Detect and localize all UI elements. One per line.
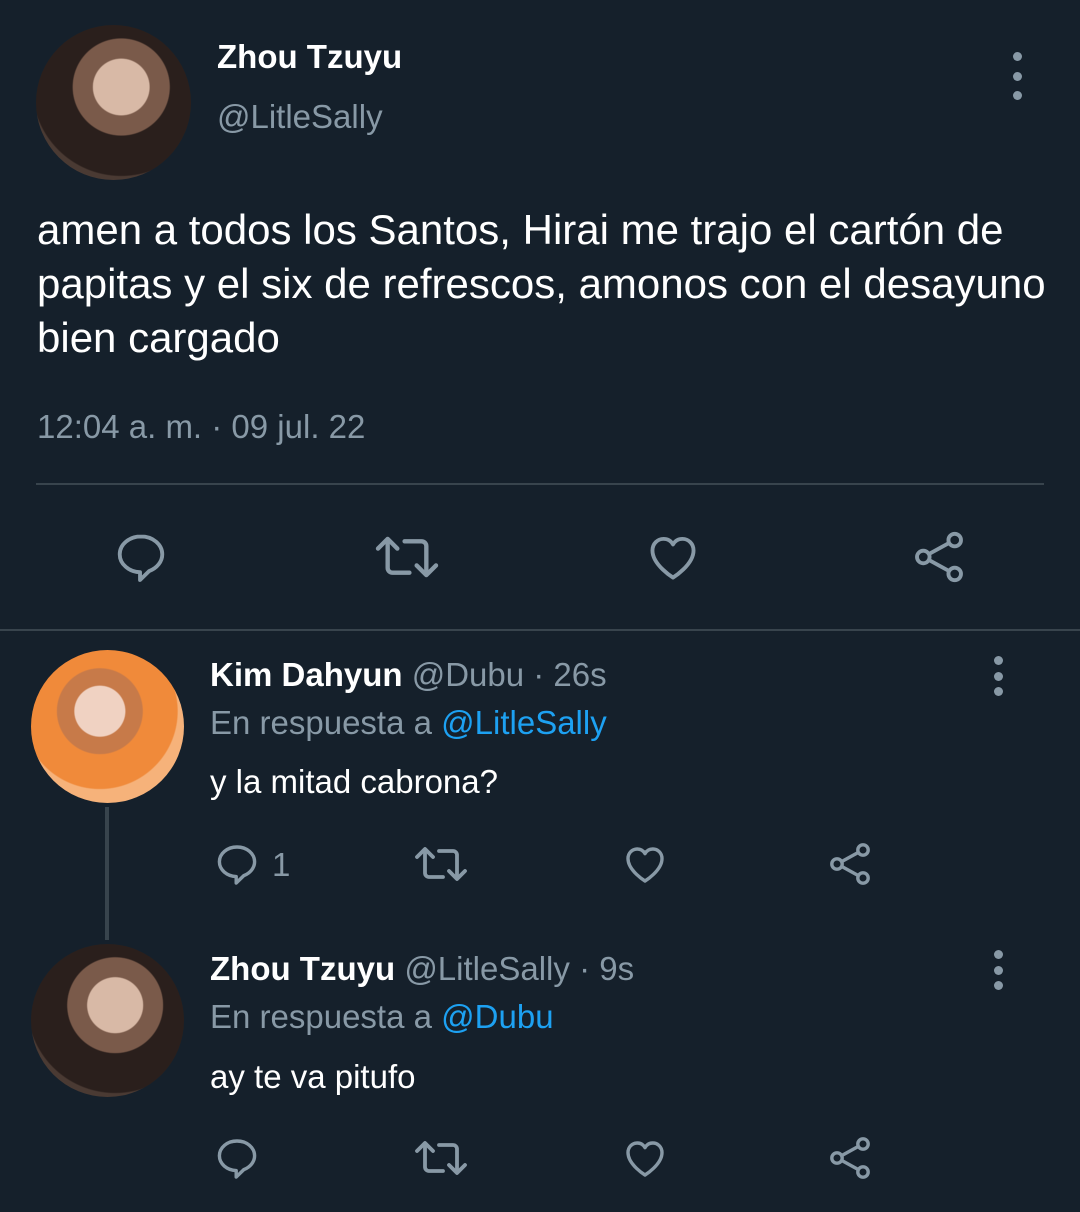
replying-to-link[interactable]: @LitleSally — [441, 704, 607, 741]
dot — [1012, 91, 1022, 100]
dot — [1012, 71, 1022, 81]
reply-icon[interactable] — [213, 1134, 261, 1182]
like-icon[interactable] — [620, 840, 670, 888]
thread-connector-line — [105, 807, 109, 940]
reply-header: Kim Dahyun @Dubu · 26s — [210, 656, 607, 694]
retweet-icon[interactable] — [413, 1134, 469, 1182]
author-name[interactable]: Kim Dahyun — [210, 656, 403, 693]
share-icon[interactable] — [910, 528, 968, 586]
divider — [0, 629, 1080, 631]
dot — [993, 656, 1003, 665]
reply-text: ay te va pitufo — [210, 1058, 416, 1095]
like-icon[interactable] — [620, 1134, 670, 1182]
retweet-icon[interactable] — [413, 840, 469, 888]
share-icon[interactable] — [826, 1134, 874, 1182]
replying-to-link[interactable]: @Dubu — [441, 998, 553, 1035]
reply-icon[interactable] — [213, 840, 261, 888]
avatar[interactable] — [36, 25, 191, 180]
share-icon[interactable] — [826, 840, 874, 888]
author-name[interactable]: Zhou Tzuyu — [217, 38, 402, 76]
tweet-thread-screen: Zhou Tzuyu @LitleSally amen a todos los … — [0, 0, 1080, 1212]
dot — [993, 950, 1003, 959]
dot — [993, 687, 1003, 696]
tweet-timestamp[interactable]: 12:04 a. m. · 09 jul. 22 — [37, 408, 365, 446]
more-options-icon[interactable] — [1000, 52, 1034, 100]
dot — [1012, 52, 1022, 61]
replying-to-prefix: En respuesta a — [210, 704, 432, 741]
dot — [993, 671, 1003, 681]
author-handle[interactable]: @Dubu — [412, 656, 524, 693]
reply-icon[interactable] — [112, 528, 170, 586]
more-options-icon[interactable] — [982, 950, 1014, 990]
reply-time: · 26s — [533, 656, 607, 693]
dot — [993, 965, 1003, 975]
avatar[interactable] — [31, 944, 184, 1097]
tweet-text: amen a todos los Santos, Hirai me trajo … — [37, 206, 1046, 361]
author-handle[interactable]: @LitleSally — [217, 98, 383, 136]
like-icon[interactable] — [643, 528, 703, 586]
replying-to: En respuesta a @Dubu — [210, 998, 554, 1036]
avatar[interactable] — [31, 650, 184, 803]
author-handle[interactable]: @LitleSally — [404, 950, 570, 987]
reply-time: · 9s — [579, 950, 635, 987]
divider — [36, 483, 1044, 485]
more-options-icon[interactable] — [982, 656, 1014, 696]
reply-text: y la mitad cabrona? — [210, 763, 498, 800]
reply-header: Zhou Tzuyu @LitleSally · 9s — [210, 950, 634, 988]
dot — [993, 981, 1003, 990]
retweet-icon[interactable] — [373, 528, 441, 586]
author-name[interactable]: Zhou Tzuyu — [210, 950, 395, 987]
replying-to-prefix: En respuesta a — [210, 998, 432, 1035]
reply-count: 1 — [272, 846, 291, 883]
replying-to: En respuesta a @LitleSally — [210, 704, 607, 742]
